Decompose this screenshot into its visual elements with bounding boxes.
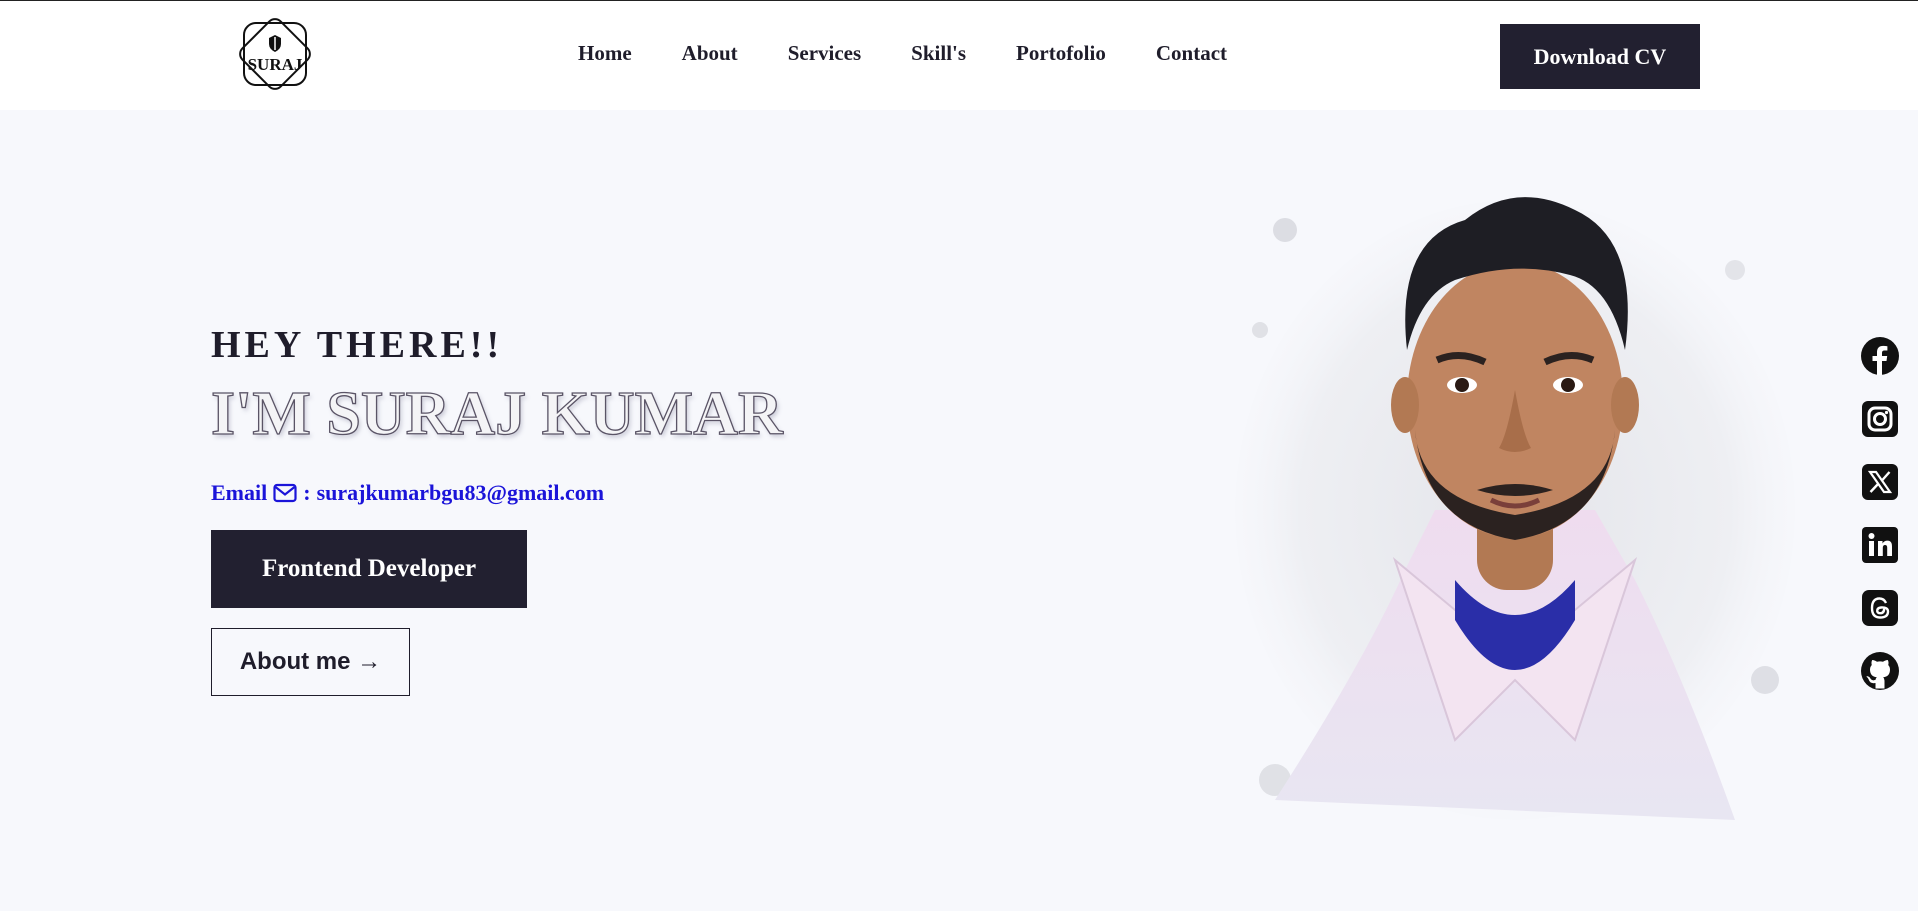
x-icon[interactable] <box>1860 462 1900 502</box>
main-nav: Home About Services Skill's Portofolio C… <box>578 41 1227 66</box>
role-button[interactable]: Frontend Developer <box>211 530 527 608</box>
social-links <box>1860 336 1900 714</box>
envelope-icon <box>273 483 297 503</box>
hero-name: I'M SURAJ KUMAR <box>210 380 783 448</box>
nav-portfolio[interactable]: Portofolio <box>1016 41 1106 66</box>
nav-home[interactable]: Home <box>578 41 632 66</box>
email-label: Email <box>211 480 268 505</box>
threads-icon[interactable] <box>1860 588 1900 628</box>
email-link[interactable]: surajkumarbgu83@gmail.com <box>317 480 605 506</box>
navbar: SURAJ Home About Services Skill's Portof… <box>0 0 1918 110</box>
nav-about[interactable]: About <box>682 41 738 66</box>
hero-intro: HEY THERE!! I'M SURAJ KUMAR Email : sura… <box>210 322 783 696</box>
email-row: Email : surajkumarbgu83@gmail.com <box>211 480 783 506</box>
instagram-icon[interactable] <box>1860 399 1900 439</box>
about-me-button[interactable]: About me → <box>211 628 410 696</box>
facebook-icon[interactable] <box>1860 336 1900 376</box>
logo-text: SURAJ <box>247 55 303 74</box>
email-separator: : <box>303 480 311 505</box>
download-cv-button[interactable]: Download CV <box>1500 24 1700 89</box>
hero-greeting: HEY THERE!! <box>211 324 504 366</box>
github-icon[interactable] <box>1860 651 1900 691</box>
site-logo[interactable]: SURAJ <box>228 7 322 101</box>
linkedin-icon[interactable] <box>1860 525 1900 565</box>
nav-skills[interactable]: Skill's <box>911 41 966 66</box>
profile-portrait <box>1215 180 1795 850</box>
nav-contact[interactable]: Contact <box>1156 41 1227 66</box>
nav-services[interactable]: Services <box>788 41 861 66</box>
